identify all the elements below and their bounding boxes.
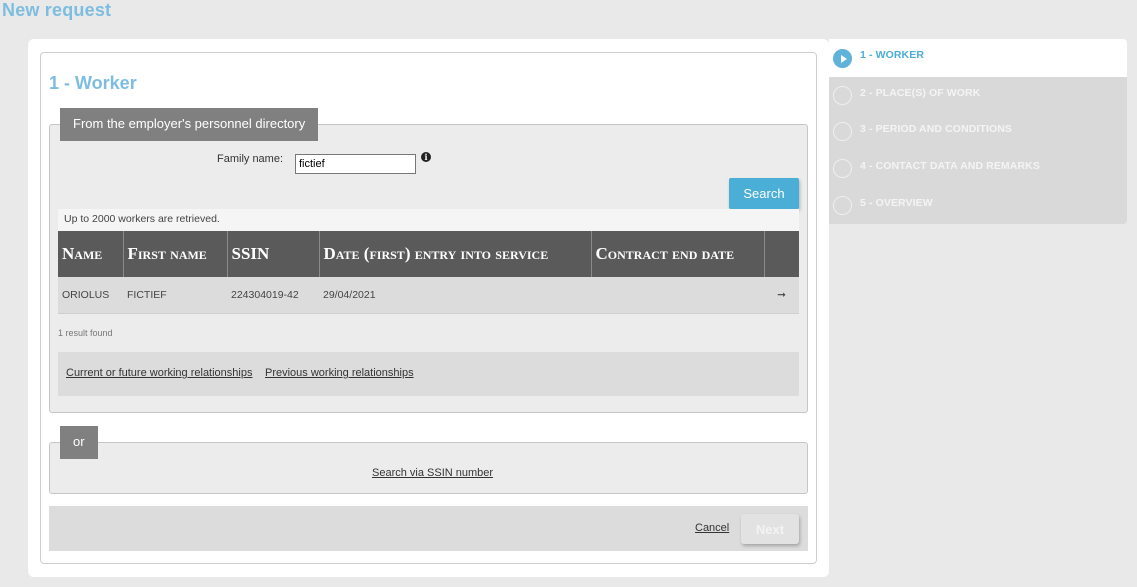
cell-contract-end-date — [591, 277, 764, 314]
step-circle-icon — [833, 86, 852, 105]
table-header-row: Name First name SSIN Date (first) entry … — [58, 231, 799, 277]
column-header-first-name[interactable]: First name — [123, 231, 228, 277]
step-worker[interactable]: 1 - WORKER — [829, 39, 1127, 77]
step-label: 5 - OVERVIEW — [860, 197, 933, 209]
form-footer: Cancel Next — [49, 506, 808, 551]
form-frame: 1 - Worker From the employer's personnel… — [40, 52, 817, 564]
section-title: 1 - Worker — [49, 73, 137, 93]
cell-ssin: 224304019-42 — [227, 277, 319, 314]
next-button[interactable]: Next — [741, 514, 799, 544]
ssin-search-fieldset: or Search via SSIN number — [49, 426, 808, 494]
select-row-arrow-icon[interactable]: ➞ — [764, 277, 799, 314]
current-relationships-link[interactable]: Current or future working relationships — [66, 367, 252, 379]
personnel-directory-legend: From the employer's personnel directory — [60, 108, 319, 141]
column-header-contract-end-date[interactable]: Contract end date — [591, 231, 765, 277]
personnel-directory-fieldset: From the employer's personnel directory … — [49, 108, 808, 413]
cell-first-name: FICTIEF — [123, 277, 227, 314]
step-label: 1 - WORKER — [860, 49, 924, 61]
column-header-ssin[interactable]: SSIN — [227, 231, 320, 277]
workers-table: Name First name SSIN Date (first) entry … — [58, 231, 799, 314]
previous-relationships-link[interactable]: Previous working relationships — [265, 367, 414, 379]
step-active-indicator-icon — [833, 49, 852, 68]
relationship-links-bar: Current or future working relationships … — [58, 352, 799, 396]
cell-entry-date: 29/04/2021 — [319, 277, 591, 314]
wizard-steps: 1 - WORKER 2 - PLACE(S) OF WORK 3 - PERI… — [829, 39, 1127, 224]
info-icon[interactable]: i — [421, 152, 431, 162]
main-card: 1 - Worker From the employer's personnel… — [28, 39, 829, 577]
column-header-name[interactable]: Name — [58, 231, 124, 277]
retrieve-limit-note: Up to 2000 workers are retrieved. — [58, 209, 799, 231]
step-contact-data[interactable]: 4 - CONTACT DATA AND REMARKS — [829, 150, 1127, 187]
step-label: 3 - PERIOD AND CONDITIONS — [860, 123, 1013, 135]
column-header-action — [764, 231, 799, 277]
step-circle-icon — [833, 196, 852, 215]
step-places-of-work[interactable]: 2 - PLACE(S) OF WORK — [829, 77, 1127, 114]
step-label: 2 - PLACE(S) OF WORK — [860, 87, 981, 99]
ssin-search-link[interactable]: Search via SSIN number — [372, 467, 493, 479]
column-header-entry-date[interactable]: Date (first) entry into service — [319, 231, 592, 277]
search-button[interactable]: Search — [729, 178, 799, 209]
step-label: 4 - CONTACT DATA AND REMARKS — [860, 160, 1040, 172]
page-title: New request — [2, 0, 112, 20]
result-count: 1 result found — [58, 328, 113, 338]
step-period-and-conditions[interactable]: 3 - PERIOD AND CONDITIONS — [829, 113, 1127, 150]
cancel-link[interactable]: Cancel — [695, 522, 729, 534]
table-row[interactable]: ORIOLUS FICTIEF 224304019-42 29/04/2021 … — [58, 277, 799, 314]
step-circle-icon — [833, 122, 852, 141]
or-legend: or — [60, 426, 98, 459]
family-name-input[interactable] — [295, 154, 416, 174]
family-name-label: Family name: — [217, 153, 284, 165]
step-circle-icon — [833, 159, 852, 178]
cell-name: ORIOLUS — [58, 277, 123, 314]
step-overview[interactable]: 5 - OVERVIEW — [829, 187, 1127, 224]
